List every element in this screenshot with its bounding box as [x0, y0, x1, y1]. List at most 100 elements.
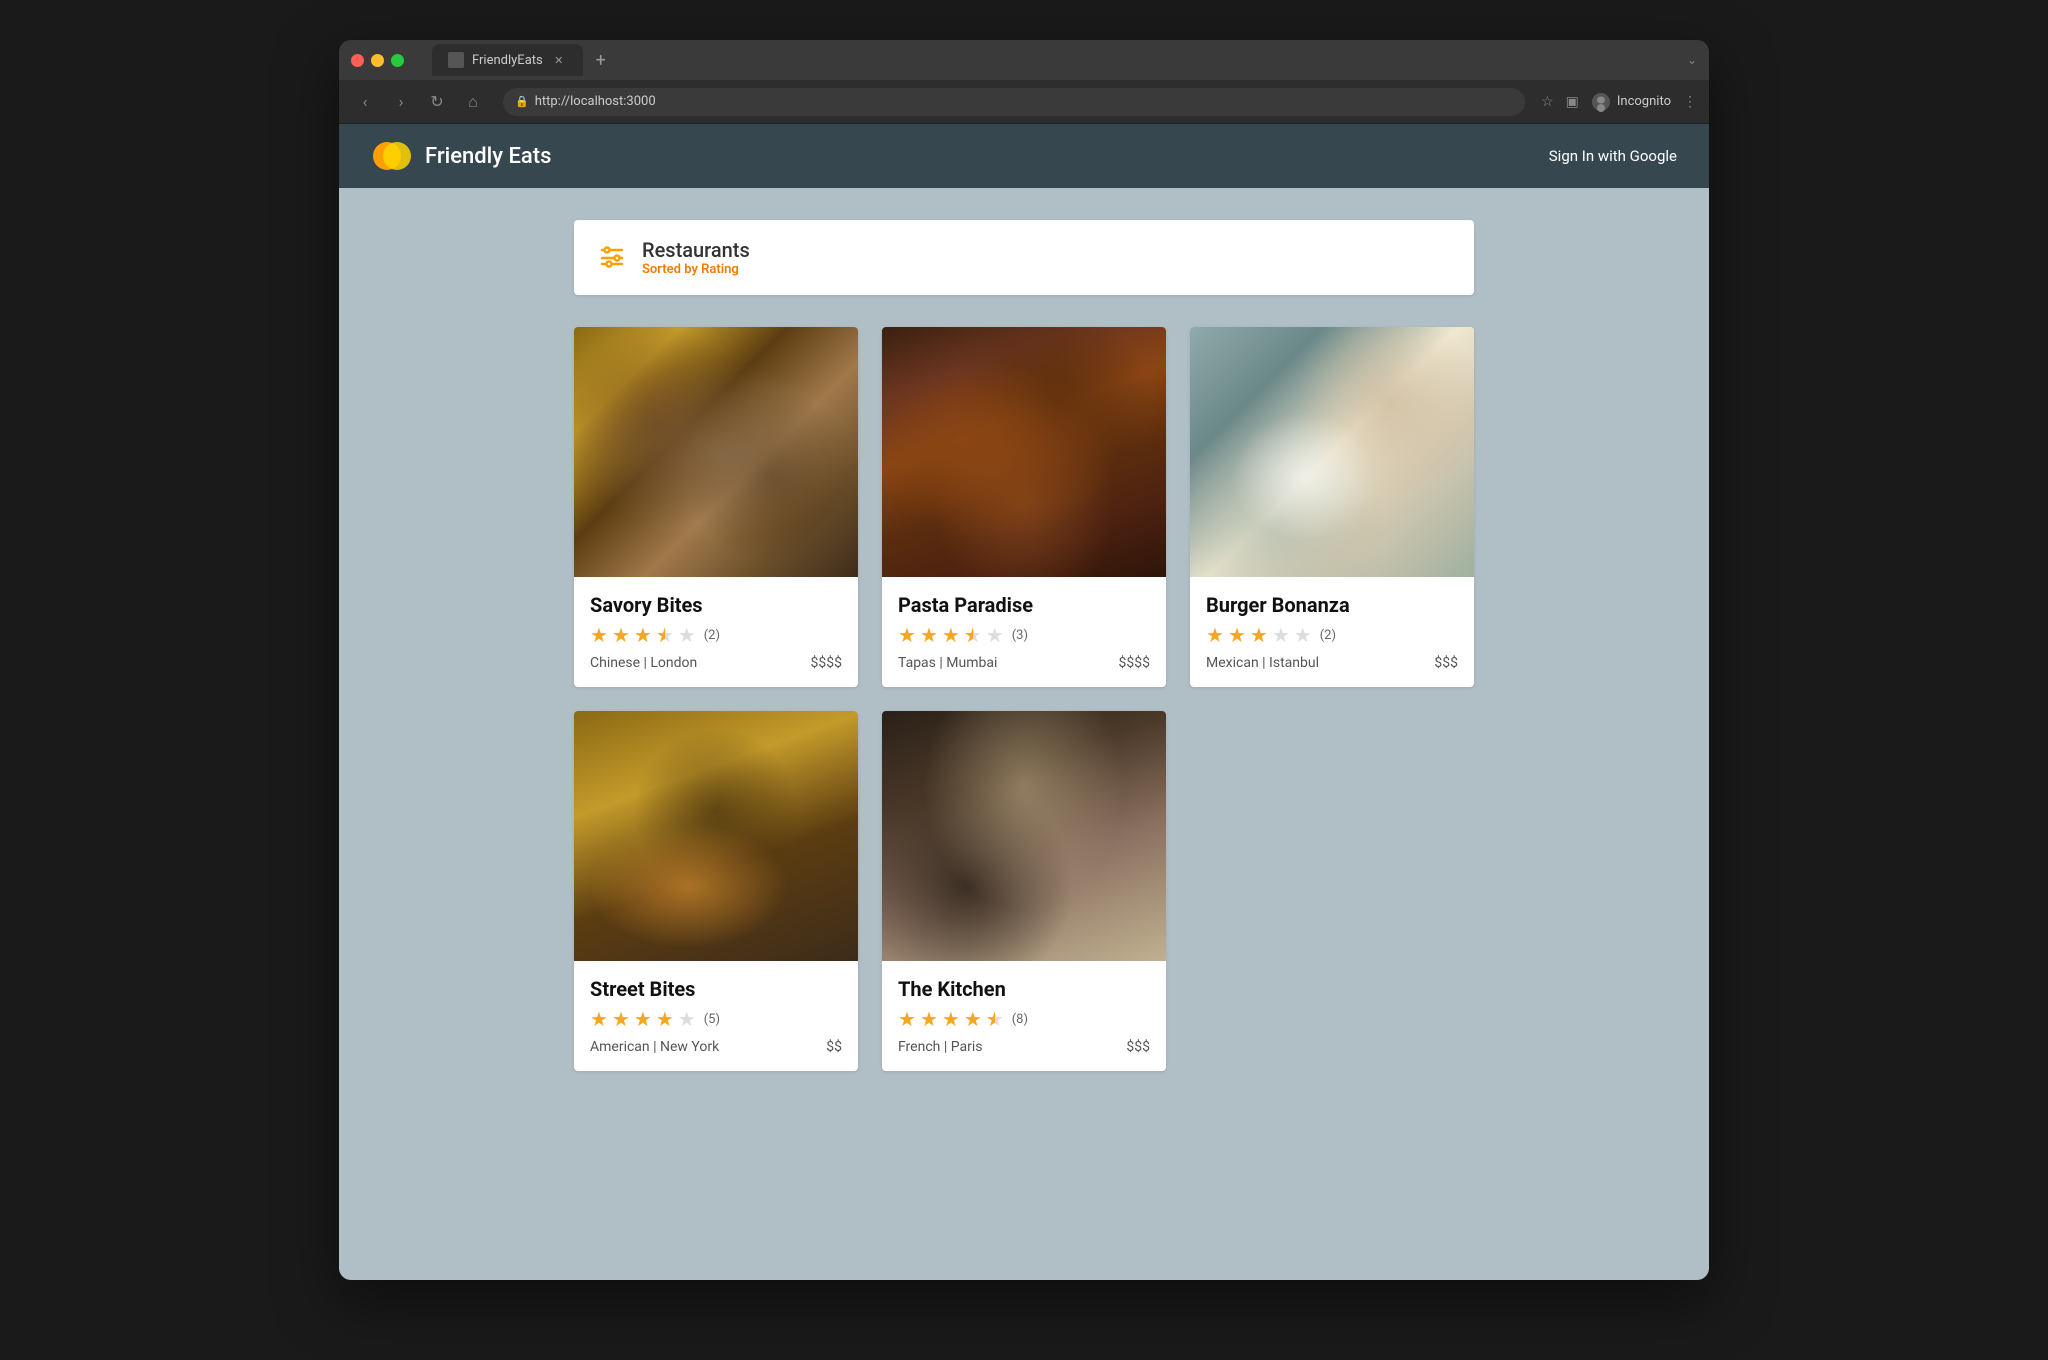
card-info: Pasta Paradise ★★★ ★ ★ ★ (3) Tapas | Mum…	[882, 577, 1166, 687]
url-text: http://localhost:3000	[535, 94, 656, 109]
price: $$	[826, 1039, 842, 1055]
star-empty: ★	[1272, 623, 1290, 647]
filter-icon	[598, 242, 626, 274]
window-controls-right: ⌄	[1687, 53, 1697, 67]
restaurant-name: Street Bites	[590, 977, 842, 1001]
star-filled: ★	[590, 623, 608, 647]
card-image	[882, 327, 1166, 577]
title-bar: FriendlyEats ✕ + ⌄	[339, 40, 1709, 80]
restaurants-title: Restaurants	[642, 238, 750, 262]
header-text: Restaurants Sorted by Rating	[642, 238, 750, 277]
logo-area: Friendly Eats	[371, 135, 551, 177]
restaurants-grid: Savory Bites ★★★ ★ ★ ★ (2) Chinese | Lon…	[574, 327, 1474, 1071]
restaurant-name: Savory Bites	[590, 593, 842, 617]
review-count: (2)	[1320, 628, 1336, 643]
incognito-icon	[1591, 92, 1611, 112]
cuisine-location: Tapas | Mumbai	[898, 655, 997, 671]
card-meta: Mexican | Istanbul $$$	[1206, 655, 1458, 671]
star-filled: ★	[590, 1007, 608, 1031]
card-meta: Chinese | London $$$$	[590, 655, 842, 671]
restaurants-header: Restaurants Sorted by Rating	[574, 220, 1474, 295]
address-bar[interactable]: 🔒 http://localhost:3000	[503, 88, 1525, 116]
review-count: (8)	[1012, 1012, 1028, 1027]
tab-title: FriendlyEats	[472, 53, 543, 68]
star-filled: ★	[1250, 623, 1268, 647]
review-count: (3)	[1012, 628, 1028, 643]
star-empty: ★	[678, 623, 696, 647]
star-filled: ★	[942, 1007, 960, 1031]
card-meta: American | New York $$	[590, 1039, 842, 1055]
card-image	[1190, 327, 1474, 577]
cuisine-location: French | Paris	[898, 1039, 982, 1055]
back-button[interactable]: ‹	[351, 88, 379, 116]
star-filled: ★	[612, 1007, 630, 1031]
address-bar-row: ‹ › ↻ ⌂ 🔒 http://localhost:3000 ☆ ▣ Inco…	[339, 80, 1709, 124]
restaurant-card[interactable]: Street Bites ★★★★★ (5) American | New Yo…	[574, 711, 858, 1071]
menu-icon[interactable]: ⋮	[1683, 94, 1697, 110]
restaurant-card[interactable]: Burger Bonanza ★★★★★ (2) Mexican | Istan…	[1190, 327, 1474, 687]
tab-favicon	[448, 52, 464, 68]
star-empty: ★	[678, 1007, 696, 1031]
stars-row: ★★★★ ★ ★ (8)	[898, 1007, 1150, 1031]
cuisine-location: American | New York	[590, 1039, 719, 1055]
card-image	[574, 327, 858, 577]
card-image	[574, 711, 858, 961]
stars-row: ★★★ ★ ★ ★ (2)	[590, 623, 842, 647]
star-half: ★ ★	[986, 1007, 1004, 1031]
cuisine-location: Mexican | Istanbul	[1206, 655, 1319, 671]
close-button[interactable]	[351, 54, 364, 67]
star-filled: ★	[634, 623, 652, 647]
star-filled: ★	[1206, 623, 1224, 647]
star-filled: ★	[964, 1007, 982, 1031]
content-inner: Restaurants Sorted by Rating Savory Bite…	[574, 220, 1474, 1071]
app-content: Friendly Eats Sign In with Google	[339, 124, 1709, 1280]
dropdown-icon: ⌄	[1687, 53, 1697, 67]
cuisine-location: Chinese | London	[590, 655, 697, 671]
star-empty: ★	[1294, 623, 1312, 647]
price: $$$	[1434, 655, 1458, 671]
star-filled: ★	[920, 1007, 938, 1031]
star-half: ★ ★	[656, 623, 674, 647]
incognito-badge: Incognito	[1591, 92, 1671, 112]
restaurant-name: Burger Bonanza	[1206, 593, 1458, 617]
card-info: Burger Bonanza ★★★★★ (2) Mexican | Istan…	[1190, 577, 1474, 687]
new-tab-button[interactable]: +	[587, 46, 615, 74]
tab-switch-icon[interactable]: ▣	[1566, 94, 1579, 110]
tab-close-button[interactable]: ✕	[551, 52, 567, 68]
home-button[interactable]: ⌂	[459, 88, 487, 116]
stars-row: ★★★ ★ ★ ★ (3)	[898, 623, 1150, 647]
maximize-button[interactable]	[391, 54, 404, 67]
review-count: (5)	[704, 1012, 720, 1027]
card-meta: Tapas | Mumbai $$$$	[898, 655, 1150, 671]
browser-right-controls: ☆ ▣ Incognito ⋮	[1541, 92, 1697, 112]
card-info: Savory Bites ★★★ ★ ★ ★ (2) Chinese | Lon…	[574, 577, 858, 687]
restaurant-name: Pasta Paradise	[898, 593, 1150, 617]
price: $$$	[1126, 1039, 1150, 1055]
tab-bar: FriendlyEats ✕ +	[432, 44, 1679, 76]
star-filled: ★	[898, 1007, 916, 1031]
restaurant-card[interactable]: Pasta Paradise ★★★ ★ ★ ★ (3) Tapas | Mum…	[882, 327, 1166, 687]
restaurant-name: The Kitchen	[898, 977, 1150, 1001]
reload-button[interactable]: ↻	[423, 88, 451, 116]
star-filled: ★	[920, 623, 938, 647]
active-tab[interactable]: FriendlyEats ✕	[432, 44, 583, 76]
lock-icon: 🔒	[515, 95, 529, 108]
card-meta: French | Paris $$$	[898, 1039, 1150, 1055]
forward-button[interactable]: ›	[387, 88, 415, 116]
star-filled: ★	[656, 1007, 674, 1031]
stars-row: ★★★★★ (2)	[1206, 623, 1458, 647]
star-filled: ★	[1228, 623, 1246, 647]
card-info: Street Bites ★★★★★ (5) American | New Yo…	[574, 961, 858, 1071]
price: $$$$	[1119, 655, 1150, 671]
card-info: The Kitchen ★★★★ ★ ★ (8) French | Paris …	[882, 961, 1166, 1071]
stars-row: ★★★★★ (5)	[590, 1007, 842, 1031]
star-filled: ★	[898, 623, 916, 647]
restaurant-card[interactable]: The Kitchen ★★★★ ★ ★ (8) French | Paris …	[882, 711, 1166, 1071]
minimize-button[interactable]	[371, 54, 384, 67]
restaurant-card[interactable]: Savory Bites ★★★ ★ ★ ★ (2) Chinese | Lon…	[574, 327, 858, 687]
review-count: (2)	[704, 628, 720, 643]
bookmark-icon[interactable]: ☆	[1541, 94, 1554, 110]
sign-in-button[interactable]: Sign In with Google	[1549, 147, 1677, 165]
card-image	[882, 711, 1166, 961]
app-header: Friendly Eats Sign In with Google	[339, 124, 1709, 188]
